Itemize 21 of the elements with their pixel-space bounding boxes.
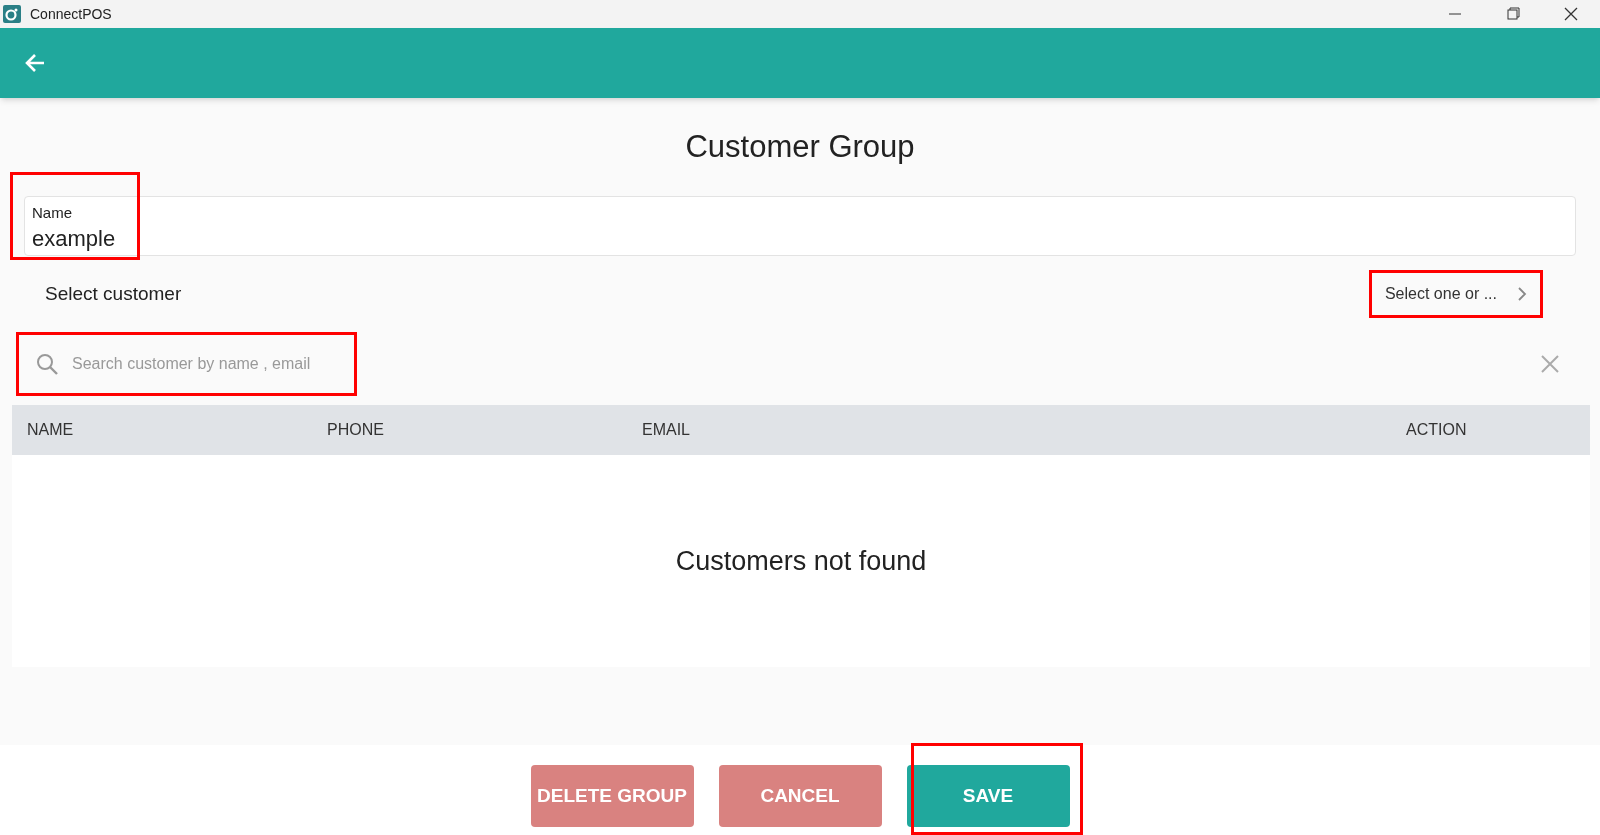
page-title: Customer Group bbox=[684, 128, 916, 166]
clear-icon[interactable] bbox=[1540, 354, 1560, 374]
column-header: NAME bbox=[27, 421, 74, 438]
field-label: Name bbox=[32, 203, 73, 223]
search-icon bbox=[36, 353, 58, 375]
empty-message: Customers not found bbox=[675, 544, 927, 578]
chevron-right-icon bbox=[1517, 287, 1527, 301]
action-button[interactable]: DELETE GROUP bbox=[530, 765, 694, 827]
customer-select[interactable]: Select one or ... bbox=[1368, 270, 1543, 318]
window-title: ConnectPOS bbox=[30, 4, 112, 24]
app-logo-icon bbox=[3, 5, 21, 23]
field-value: example bbox=[32, 224, 117, 253]
select-customer-label: Select customer bbox=[45, 281, 182, 306]
column-header: EMAIL bbox=[642, 421, 690, 438]
search-field[interactable]: Search customer by name , email bbox=[16, 332, 357, 396]
back-arrow-icon[interactable] bbox=[24, 52, 46, 74]
name-field[interactable]: Name example bbox=[24, 196, 1576, 256]
column-header: ACTION bbox=[1406, 421, 1467, 438]
column-header: PHONE bbox=[327, 421, 384, 438]
action-button[interactable]: CANCEL bbox=[718, 765, 882, 827]
save-button[interactable]: SAVE bbox=[906, 765, 1070, 827]
